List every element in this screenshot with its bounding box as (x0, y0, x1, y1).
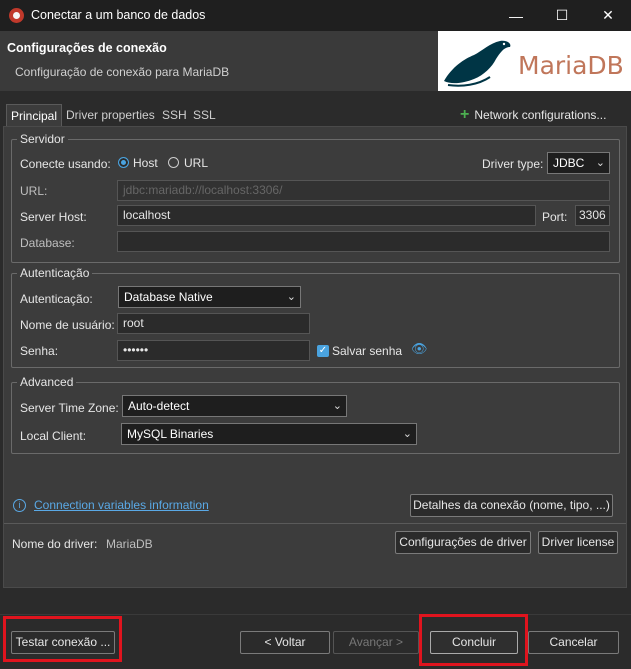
timezone-value: Auto-detect (128, 399, 190, 413)
local-client-select[interactable]: MySQL Binaries ⌄ (121, 423, 417, 445)
connect-by-label: Conecte usando: (20, 157, 111, 171)
highlight-box (419, 614, 528, 666)
chevron-down-icon: ⌄ (595, 157, 605, 169)
driver-license-button[interactable]: Driver license (538, 531, 618, 554)
host-field[interactable]: localhost (117, 205, 536, 226)
username-field[interactable]: root (117, 313, 310, 334)
connection-variables-link[interactable]: Connection variables information (34, 498, 209, 512)
port-label: Port: (542, 210, 568, 224)
page-subtitle: Configuração de conexão para MariaDB (15, 65, 230, 79)
radio-host-label: Host (133, 156, 158, 170)
driver-settings-button[interactable]: Configurações de driver (395, 531, 531, 554)
url-label: URL: (20, 184, 48, 198)
radio-host[interactable] (118, 157, 129, 168)
save-password-label: Salvar senha (332, 344, 403, 358)
chevron-down-icon: ⌄ (286, 291, 296, 303)
cancel-button[interactable]: Cancelar (528, 631, 619, 654)
password-label: Senha: (20, 344, 59, 358)
tab-driver-properties[interactable]: Driver properties (62, 104, 159, 126)
chevron-down-icon: ⌄ (402, 428, 412, 440)
timezone-label: Server Time Zone: (20, 401, 119, 415)
seal-icon (444, 40, 511, 87)
tab-ssl[interactable]: SSL (189, 104, 220, 126)
auth-method-value: Database Native (124, 290, 213, 304)
database-field[interactable] (117, 231, 610, 252)
save-password-checkbox[interactable]: ✓ (317, 345, 329, 357)
driver-name-label: Nome do driver: (12, 537, 98, 551)
back-button[interactable]: < Voltar (240, 631, 330, 654)
advanced-group-title: Advanced (17, 375, 77, 389)
auth-method-select[interactable]: Database Native ⌄ (118, 286, 301, 308)
password-field[interactable]: •••••• (117, 340, 310, 361)
auth-group-title: Autenticação (17, 266, 93, 280)
timezone-select[interactable]: Auto-detect ⌄ (122, 395, 347, 417)
network-configurations-label: Network configurations... (474, 108, 607, 122)
dbeaver-app-icon (9, 8, 24, 23)
plus-icon: + (460, 106, 470, 123)
window-title: Conectar a um banco de dados (31, 8, 206, 22)
url-field[interactable]: jdbc:mariadb://localhost:3306/ (117, 180, 610, 201)
host-label: Server Host: (20, 210, 87, 224)
driver-type-select[interactable]: JDBC ⌄ (547, 152, 610, 174)
server-group-title: Servidor (17, 132, 68, 146)
auth-method-label: Autenticação: (20, 292, 93, 306)
radio-url[interactable] (168, 157, 179, 168)
minimize-icon[interactable]: — (493, 0, 539, 31)
info-icon: i (13, 499, 26, 512)
eye-icon[interactable]: 👁 (411, 341, 428, 357)
footer-divider (0, 614, 631, 615)
connection-details-button[interactable]: Detalhes da conexão (nome, tipo, ...) (410, 494, 613, 517)
tab-ssh[interactable]: SSH (158, 104, 191, 126)
local-client-label: Local Client: (20, 429, 87, 443)
maximize-icon[interactable]: ☐ (539, 0, 585, 31)
local-client-value: MySQL Binaries (127, 427, 214, 441)
port-field[interactable]: 3306 (575, 205, 610, 226)
next-button[interactable]: Avançar > (333, 631, 419, 654)
chevron-down-icon: ⌄ (332, 400, 342, 412)
page-title: Configurações de conexão (7, 41, 167, 55)
driver-type-label: Driver type: (482, 157, 544, 171)
driver-name-value: MariaDB (106, 537, 153, 551)
tab-principal[interactable]: Principal (6, 104, 63, 127)
close-icon[interactable]: ✕ (585, 0, 631, 31)
driver-type-value: JDBC (553, 156, 585, 170)
username-label: Nome de usuário: (20, 318, 115, 332)
radio-url-label: URL (184, 156, 209, 170)
network-configurations-button[interactable]: + Network configurations... (460, 106, 606, 124)
divider (4, 523, 626, 524)
database-label: Database: (20, 236, 75, 250)
logo-text: MariaDB (518, 51, 624, 80)
highlight-box (3, 616, 122, 662)
